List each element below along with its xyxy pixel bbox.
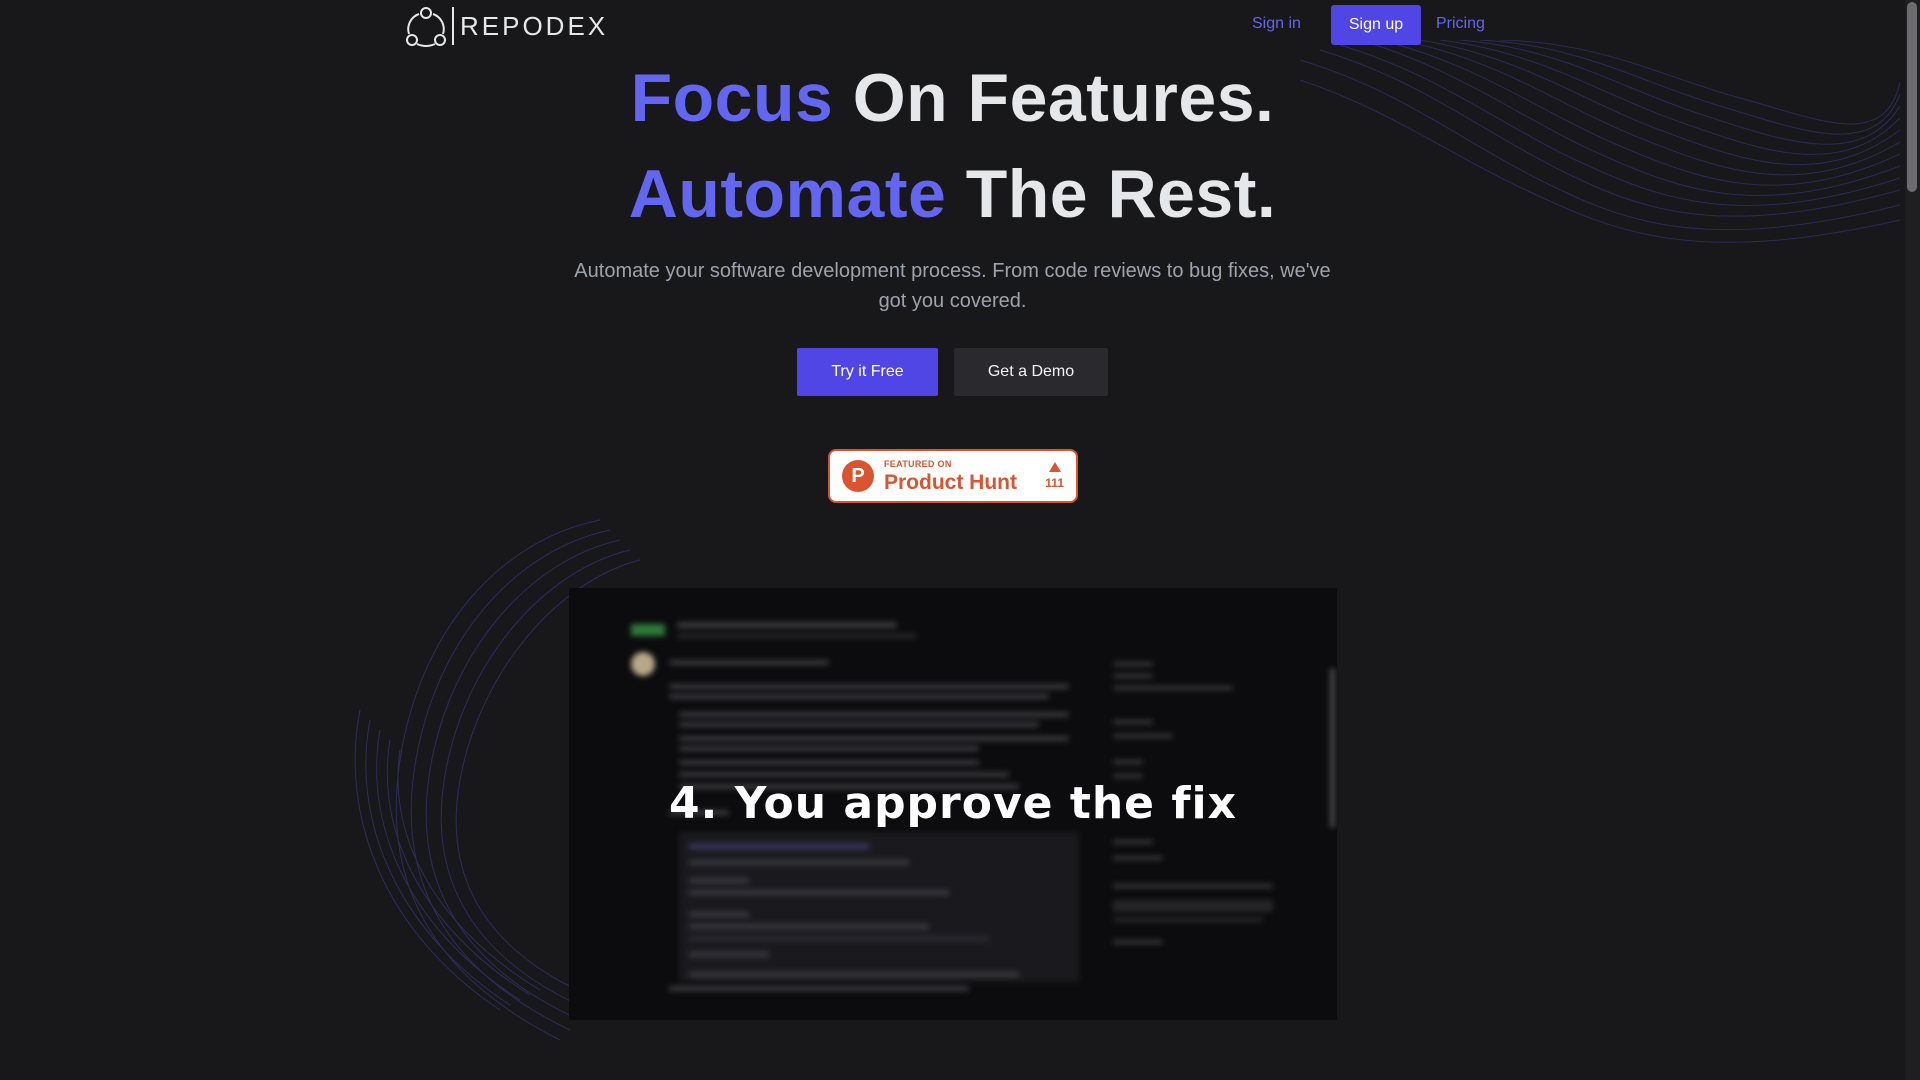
headline-accent-focus: Focus	[630, 60, 834, 136]
upvote-arrow-icon	[1048, 462, 1061, 472]
get-demo-button[interactable]: Get a Demo	[954, 348, 1108, 396]
page-scrollbar-thumb[interactable]	[1907, 2, 1917, 192]
headline-accent-automate: Automate	[628, 156, 947, 232]
brand-name: REPODEX	[460, 10, 609, 41]
brand-logo[interactable]: REPODEX	[404, 4, 608, 48]
hero-headline-line-2: Automate The Rest.	[0, 160, 1905, 228]
sign-in-link[interactable]: Sign in	[1242, 13, 1311, 35]
product-hunt-text: FEATURED ON Product Hunt	[884, 458, 1017, 494]
product-hunt-featured-label: FEATURED ON	[884, 458, 952, 469]
product-hunt-vote-count: 111	[1045, 476, 1064, 490]
demo-video[interactable]: 4. You approve the fix	[569, 588, 1337, 1020]
product-hunt-votes: 111	[1045, 462, 1064, 490]
logo-divider	[452, 7, 454, 45]
hero-headline-line-1: Focus On Features.	[0, 64, 1905, 132]
top-nav: REPODEX Sign in Sign up Pricing	[0, 0, 1905, 50]
product-hunt-logo-icon: P	[842, 460, 874, 492]
hero-subtitle: Automate your software development proce…	[574, 260, 1331, 312]
headline-text-rest: The Rest.	[965, 156, 1277, 232]
product-hunt-name: Product Hunt	[884, 470, 1017, 494]
logo-icon	[406, 7, 446, 47]
page-scrollbar[interactable]	[1905, 0, 1920, 1080]
headline-text-features: On Features.	[852, 60, 1275, 136]
sign-up-button[interactable]: Sign up	[1331, 5, 1421, 45]
video-caption: 4. You approve the fix	[669, 778, 1237, 829]
pricing-link[interactable]: Pricing	[1428, 13, 1493, 35]
try-free-button[interactable]: Try it Free	[797, 348, 938, 396]
product-hunt-badge[interactable]: P FEATURED ON Product Hunt 111	[828, 449, 1078, 503]
